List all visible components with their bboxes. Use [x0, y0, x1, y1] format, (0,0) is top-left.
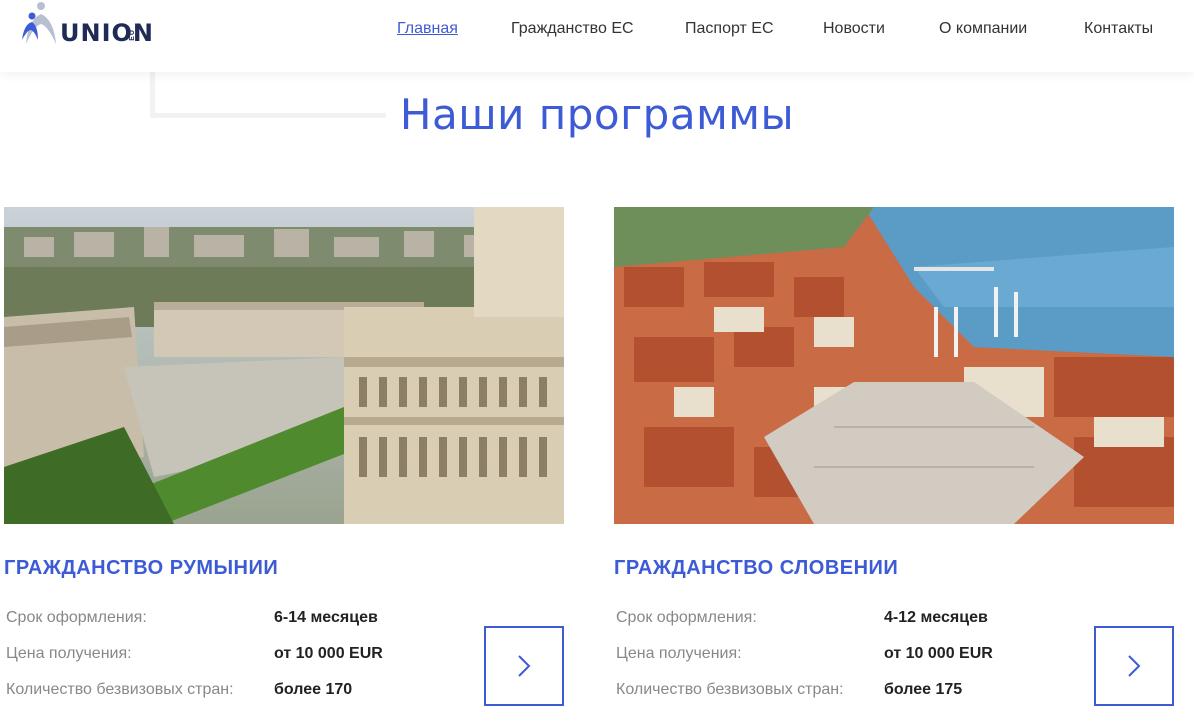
city-photo-icon: [4, 207, 564, 524]
info-value: 4-12 месяцев: [884, 609, 988, 626]
chevron-right-icon: [1128, 655, 1141, 677]
program-title-slovenia[interactable]: ГРАЖДАНСТВО СЛОВЕНИИ: [614, 557, 898, 580]
info-label: Срок оформления:: [6, 609, 147, 626]
info-label: Количество безвизовых стран:: [6, 681, 234, 698]
site-header: UNION EU Главная Гражданство ЕС Паспорт …: [0, 0, 1194, 72]
program-details-button[interactable]: [484, 626, 564, 706]
info-value: 6-14 месяцев: [274, 609, 378, 626]
info-value: от 10 000 EUR: [274, 645, 383, 662]
program-title-romania[interactable]: ГРАЖДАНСТВО РУМЫНИИ: [4, 557, 278, 580]
nav-item-passport[interactable]: Паспорт ЕС: [685, 20, 774, 38]
program-card-slovenia: ГРАЖДАНСТВО СЛОВЕНИИ Срок оформления: 4-…: [614, 207, 1174, 706]
info-label: Срок оформления:: [616, 609, 757, 626]
program-image-romania[interactable]: [4, 207, 564, 524]
chevron-right-icon: [518, 655, 531, 677]
info-label: Цена получения:: [616, 645, 742, 662]
page-title: Наши программы: [399, 90, 795, 139]
program-image-slovenia[interactable]: [614, 207, 1174, 524]
nav-item-news[interactable]: Новости: [823, 20, 885, 38]
info-value: более 170: [274, 681, 353, 698]
nav-item-citizenship[interactable]: Гражданство ЕС: [511, 20, 634, 38]
program-card-romania: ГРАЖДАНСТВО РУМЫНИИ Срок оформления: 6-1…: [4, 207, 564, 706]
coastal-town-photo-icon: [614, 207, 1174, 524]
nav-item-about[interactable]: О компании: [939, 20, 1027, 38]
program-details-button[interactable]: [1094, 626, 1174, 706]
info-label: Количество безвизовых стран:: [616, 681, 844, 698]
info-value: более 175: [884, 681, 963, 698]
nav-item-home[interactable]: Главная: [397, 20, 458, 38]
nav-item-contacts[interactable]: Контакты: [1084, 20, 1153, 38]
info-value: от 10 000 EUR: [884, 645, 993, 662]
main-nav: Главная Гражданство ЕС Паспорт ЕС Новост…: [0, 20, 1194, 44]
info-label: Цена получения:: [6, 645, 132, 662]
